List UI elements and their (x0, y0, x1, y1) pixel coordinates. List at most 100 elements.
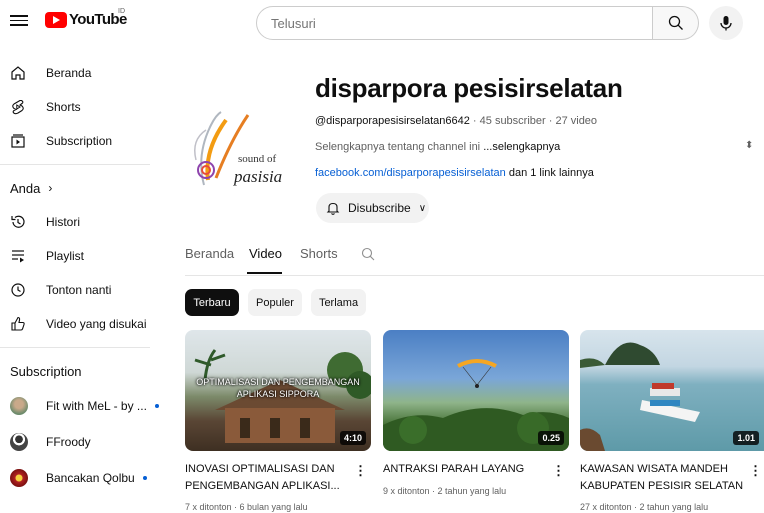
chip-latest[interactable]: Terbaru (185, 289, 239, 316)
sidebar-item-label: Tonton nanti (46, 283, 112, 297)
more-links-label[interactable]: dan 1 link lainnya (506, 167, 594, 179)
search-icon (668, 15, 683, 30)
subscribe-label: Disubscribe (348, 201, 411, 215)
avatar (10, 469, 28, 487)
sidebar-item-label: Video yang disukai (46, 317, 147, 331)
video-title[interactable]: KAWASAN WISATA MANDEH KABUPATEN PESISIR S… (580, 461, 750, 495)
logo-country-code: ID (118, 8, 125, 15)
subscription-label: Fit with MeL - by ... (46, 399, 147, 413)
logo-text-line1: sound of (238, 153, 277, 165)
video-title-line2: PENGEMBANGAN APLIKASI... (185, 480, 340, 492)
tab-videos[interactable]: Video (249, 246, 282, 261)
video-card[interactable]: 0.25 ANTRAKSI PARAH LAYANG 9 x ditonton … (383, 330, 569, 496)
channel-avatar[interactable]: sound of pasisia (186, 100, 301, 195)
sidebar-subscription-item[interactable]: Fit with MeL - by ... (0, 388, 160, 424)
more-link: ...selengkapnya (483, 141, 561, 153)
home-icon (10, 65, 26, 81)
search-placeholder: Telusuri (271, 15, 316, 31)
video-meta: 9 x ditonton · 2 tahun yang lalu (383, 486, 507, 496)
menu-icon[interactable] (10, 12, 28, 30)
youtube-logo[interactable]: YouTube ID (45, 8, 127, 28)
history-icon (10, 214, 26, 230)
chip-oldest[interactable]: Terlama (311, 289, 366, 316)
video-title-line1: ANTRAKSI PARAH LAYANG (383, 463, 525, 475)
playlist-icon (10, 248, 26, 264)
subscriptions-icon (10, 133, 26, 149)
sidebar-item-subscriptions[interactable]: Subscription (0, 124, 160, 158)
channel-title: disparpora pesisirselatan (315, 73, 623, 103)
sidebar-item-home[interactable]: Beranda (0, 56, 160, 90)
sidebar-subscriptions-heading: Subscription (10, 363, 82, 379)
you-heading-label: Anda (10, 180, 41, 196)
more-options-icon[interactable]: ⋮ (749, 463, 762, 479)
channel-description-text: Selengkapnya tentang channel ini (315, 141, 484, 153)
channel-logo-image: sound of pasisia (194, 111, 282, 186)
video-title-line2: KABUPATEN PESISIR SELATAN (580, 480, 744, 492)
sidebar-item-label: Playlist (46, 249, 85, 263)
more-options-icon[interactable]: ⋮ (552, 463, 565, 479)
video-duration: 0.25 (538, 431, 564, 445)
chevron-right-icon: › (48, 181, 53, 195)
sidebar-you-heading[interactable]: Anda › (0, 171, 160, 205)
new-content-dot (142, 476, 147, 480)
sidebar-item-history[interactable]: Histori (0, 205, 160, 239)
video-title[interactable]: INOVASI OPTIMALISASI DAN PENGEMBANGAN APL… (185, 461, 355, 495)
video-thumbnail[interactable]: OPTIMALISASI DAN PENGEMBANGAN APLIKASI S… (185, 330, 371, 451)
sidebar-subscription-item[interactable]: Bancakan Qolbu (0, 460, 160, 496)
sidebar-item-label: Subscription (46, 134, 113, 148)
sidebar-item-label: Shorts (46, 100, 81, 114)
logo-text-line2: pasisia (233, 167, 282, 186)
thumbs-up-icon (10, 316, 26, 332)
voice-search-button[interactable] (709, 6, 743, 40)
chip-popular[interactable]: Populer (248, 289, 302, 316)
sidebar-item-watch-later[interactable]: Tonton nanti (0, 273, 160, 307)
active-tab-indicator (247, 272, 282, 274)
search-icon (361, 247, 375, 261)
shorts-icon (10, 99, 26, 115)
expand-icon[interactable]: ⬍ (745, 140, 753, 151)
search-button[interactable] (653, 6, 699, 40)
avatar (10, 397, 28, 415)
video-meta: 7 x ditonton · 6 bulan yang lalu (185, 502, 308, 512)
video-duration: 4:10 (339, 431, 366, 445)
subscribe-button[interactable]: Disubscribe ∨ (316, 193, 429, 223)
sidebar-divider (0, 164, 150, 165)
search-input[interactable]: Telusuri (256, 6, 653, 40)
video-title-line1: INOVASI OPTIMALISASI DAN (185, 463, 335, 475)
sidebar-item-label: Beranda (46, 66, 92, 80)
sidebar-divider (0, 347, 150, 348)
new-content-dot (154, 404, 159, 408)
top-bar: YouTube ID Telusuri (0, 0, 764, 46)
video-title[interactable]: ANTRAKSI PARAH LAYANG (383, 461, 553, 478)
bell-icon (326, 202, 340, 215)
video-thumbnail[interactable]: 0.25 (383, 330, 569, 451)
video-card[interactable]: OPTIMALISASI DAN PENGEMBANGAN APLIKASI S… (185, 330, 371, 512)
channel-description[interactable]: Selengkapnya tentang channel ini ...sele… (315, 141, 560, 153)
facebook-link[interactable]: facebook.com/disparporapesisirselatan (315, 167, 506, 179)
sidebar-item-shorts[interactable]: Shorts (0, 90, 160, 124)
channel-links: facebook.com/disparporapesisirselatan da… (315, 167, 594, 179)
video-thumbnail[interactable]: 1.01 (580, 330, 764, 451)
chevron-down-icon: ∨ (418, 202, 427, 214)
channel-handle: @disparporapesisirselatan6642 (315, 115, 470, 127)
youtube-play-icon (45, 11, 67, 28)
sidebar-item-label: Histori (46, 215, 81, 229)
more-options-icon[interactable]: ⋮ (354, 463, 367, 479)
sidebar-item-liked-videos[interactable]: Video yang disukai (0, 307, 160, 341)
channel-tabs: Beranda Video Shorts (185, 238, 764, 276)
sidebar-subscription-item[interactable]: FFroody (0, 424, 160, 460)
sidebar-item-playlist[interactable]: Playlist (0, 239, 160, 273)
thumbnail-caption: OPTIMALISASI DAN PENGEMBANGAN APLIKASI S… (196, 377, 360, 399)
video-meta: 27 x ditonton · 2 tahun yang lalu (580, 502, 709, 512)
subscription-label: Bancakan Qolbu (46, 471, 135, 485)
sidebar: Beranda Shorts Subscription Anda › Histo… (0, 56, 160, 496)
video-title-line1: KAWASAN WISATA MANDEH (580, 463, 728, 475)
subscription-label: FFroody (46, 435, 91, 449)
tab-search-icon[interactable] (361, 247, 375, 264)
tab-shorts[interactable]: Shorts (300, 246, 338, 261)
tab-home[interactable]: Beranda (185, 246, 234, 261)
clock-icon (10, 282, 26, 298)
channel-meta: @disparporapesisirselatan6642 · 45 subsc… (315, 115, 597, 127)
video-card[interactable]: 1.01 KAWASAN WISATA MANDEH KABUPATEN PESI… (580, 330, 764, 512)
video-duration: 1.01 (733, 431, 759, 445)
